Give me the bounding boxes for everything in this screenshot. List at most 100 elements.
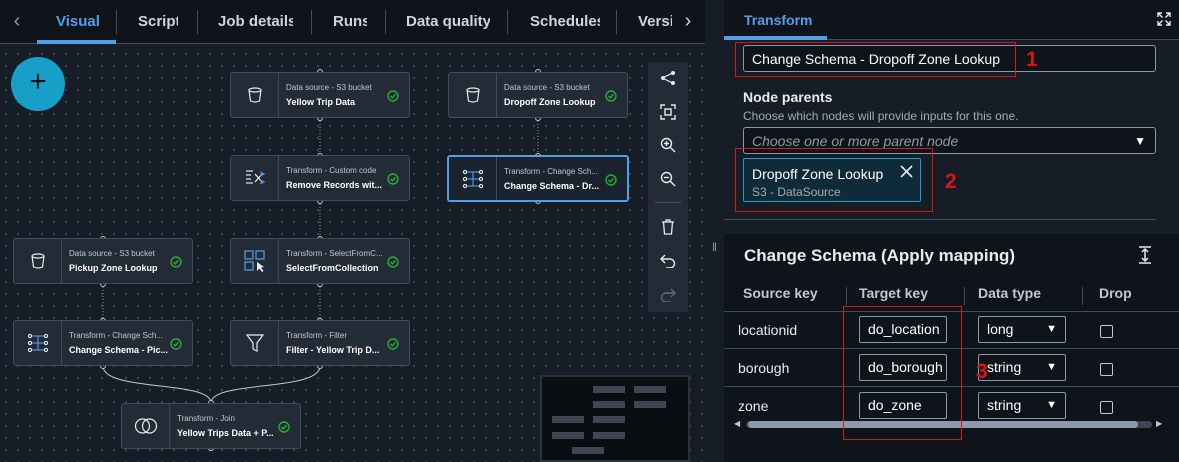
data-type-select[interactable]: string ▼ [978,354,1066,381]
node-name-input[interactable]: Change Schema - Dropoff Zone Lookup [743,45,1156,72]
minimap-node [634,386,666,393]
node-remove-records[interactable]: Transform - Custom code Remove Records w… [230,155,410,201]
data-type-value: string [987,359,1022,375]
node-pickup-zone-lookup[interactable]: Data source - S3 bucket Pickup Zone Look… [13,238,193,284]
scroll-left-icon[interactable]: ◀ [734,419,740,428]
fit-screen-icon[interactable] [656,100,680,124]
canvas-toolbar [648,62,688,312]
node-name: Dropoff Zone Lookup [504,97,596,107]
node-parents-placeholder: Choose one or more parent node [752,133,959,149]
source-key-cell: borough [738,360,790,376]
active-tab-indicator [724,36,827,40]
column-source-key: Source key [743,285,818,301]
node-filter-yellow-trip[interactable]: Transform - Filter Filter - Yellow Trip … [230,320,410,366]
target-key-input[interactable]: do_borough [859,354,947,381]
scrollbar-thumb[interactable] [748,421,1138,428]
node-type: Transform - Filter [286,331,348,340]
node-type: Data source - S3 bucket [504,83,590,92]
column-target-key: Target key [859,285,928,301]
expand-icon[interactable] [1157,12,1171,31]
layout-icon[interactable] [656,66,680,90]
node-name: SelectFromCollection [286,263,379,273]
collapse-icon[interactable] [1138,246,1152,269]
node-type: Transform - Join [177,414,235,423]
minimap-node [593,386,625,393]
success-check-icon [387,172,399,190]
parent-token-subtitle: S3 - DataSource [752,185,841,199]
panel-splitter[interactable]: ‖ [705,0,724,462]
data-type-select[interactable]: long ▼ [978,316,1066,343]
node-type: Transform - Custom code [286,166,377,175]
data-type-value: string [987,397,1022,413]
node-join[interactable]: Transform - Join Yellow Trips Data + P..… [121,403,301,449]
success-check-icon [387,337,399,355]
delete-icon[interactable] [656,215,680,239]
zoom-out-icon[interactable] [656,167,680,191]
bucket-icon [449,73,497,117]
section-title: Change Schema (Apply mapping) [744,246,1016,265]
zoom-in-icon[interactable] [656,133,680,157]
tab-transform[interactable]: Transform [744,0,812,40]
minimap-node [593,432,625,439]
node-name: Remove Records wit... [286,180,383,190]
target-key-input[interactable]: do_zone [859,392,947,419]
drag-handle-icon[interactable]: ‖ [712,240,717,254]
success-check-icon [605,89,617,107]
caret-down-icon: ▼ [1046,361,1057,373]
horizontal-scrollbar[interactable]: ◀ ▶ [734,419,1164,429]
drop-checkbox[interactable] [1100,325,1113,338]
node-name: Change Schema - Pic... [69,345,169,355]
visual-canvas[interactable]: ‹ Visual Script Job details Runs Data qu… [0,0,705,462]
node-properties-panel: Transform Change Schema - Dropoff Zone L… [724,0,1179,462]
node-type: Data source - S3 bucket [286,83,372,92]
remove-token-icon[interactable] [900,165,913,183]
minimap-node [593,401,625,408]
node-change-schema-dropoff[interactable]: Transform - Change Sch... Change Schema … [447,155,629,202]
data-type-select[interactable]: string ▼ [978,392,1066,419]
node-name: Filter - Yellow Trip D... [286,345,380,355]
node-type: Data source - S3 bucket [69,249,155,258]
success-check-icon [387,89,399,107]
node-type: Transform - Change Sch... [69,331,163,340]
join-icon [122,404,170,448]
minimap-node [634,401,666,408]
table-row-divider [724,311,1179,312]
minimap-node [593,416,625,423]
bucket-icon [14,239,62,283]
node-parents-description: Choose which nodes will provide inputs f… [743,109,1019,123]
caret-down-icon: ▼ [1046,399,1057,411]
table-row-divider [724,348,1179,349]
node-yellow-trip-data[interactable]: Data source - S3 bucket Yellow Trip Data [230,72,410,118]
node-parents-select[interactable]: Choose one or more parent node ▼ [743,127,1156,154]
custom-code-icon [231,156,279,200]
table-row-divider [724,386,1179,387]
minimap[interactable] [540,375,690,462]
minimap-node [552,432,584,439]
source-key-cell: locationid [738,322,798,338]
filter-icon [231,321,279,365]
node-name: Change Schema - Dr... [504,181,600,191]
column-divider [846,287,847,305]
annotation-number-3: 3 [976,360,988,383]
caret-down-icon: ▼ [1046,323,1057,335]
node-select-from-collection[interactable]: Transform - SelectFromC... SelectFromCol… [230,238,410,284]
drop-checkbox[interactable] [1100,363,1113,376]
node-type: Transform - Change Sch... [504,167,598,176]
drop-checkbox[interactable] [1100,401,1113,414]
apply-mapping-icon [449,157,497,200]
success-check-icon [605,173,617,191]
parent-token: Dropoff Zone Lookup S3 - DataSource [743,158,921,202]
success-check-icon [278,420,290,438]
redo-icon[interactable] [656,283,680,307]
toolbar-divider [654,202,682,203]
node-change-schema-pickup[interactable]: Transform - Change Sch... Change Schema … [13,320,193,366]
annotation-number-1: 1 [1026,48,1038,71]
scroll-right-icon[interactable]: ▶ [1156,419,1162,428]
parent-token-title: Dropoff Zone Lookup [752,166,884,182]
minimap-node [572,447,604,454]
undo-icon[interactable] [656,249,680,273]
node-dropoff-zone-lookup[interactable]: Data source - S3 bucket Dropoff Zone Loo… [448,72,628,118]
select-collection-icon [231,239,279,283]
target-key-input[interactable]: do_location [859,316,947,343]
panel-tabs: Transform [724,0,1179,40]
